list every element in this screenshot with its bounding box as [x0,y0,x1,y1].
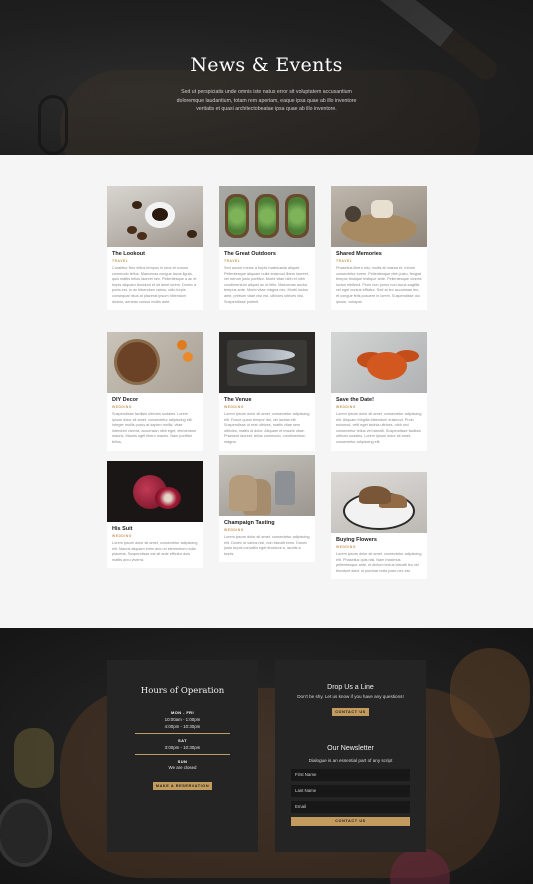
hours-title: Hours of Operation [140,686,225,696]
post-category[interactable]: WEDDING [224,405,310,409]
post-title[interactable]: His Suit [112,526,198,532]
post-image[interactable] [331,186,427,247]
newsletter-submit-button[interactable]: CONTACT US [291,817,410,826]
oil-bottle-bg [14,728,54,788]
divider [135,733,230,734]
hero-description: Sed ut perspiciatis unde omnis iste natu… [176,89,357,112]
newsletter-title: Our Newsletter [327,745,374,752]
post-title[interactable]: The Lookout [112,251,198,257]
post-title[interactable]: Save the Date! [336,397,422,403]
contact-us-button[interactable]: CONTACT US [332,708,369,716]
hero-overlay [0,0,533,155]
hero-section: News & Events Sed ut perspiciatis unde o… [0,0,533,155]
post-image[interactable] [107,332,203,393]
footer-section [0,628,533,884]
posts-grid: The Lookout TRAVEL Curabitur Nec tellus … [0,155,533,628]
post-image[interactable] [219,455,315,516]
post-image[interactable] [219,332,315,393]
first-name-field[interactable]: First Name [291,769,410,781]
post-excerpt: Lorem ipsum dolor sit amet, consectetur … [336,552,422,573]
newsletter-text: Dialogue is an essential part of any scr… [308,758,393,763]
post-card[interactable]: The Lookout TRAVEL Curabitur Nec tellus … [107,186,203,311]
contact-panel: Drop Us a Line Don't be shy. Let us know… [275,660,426,852]
post-excerpt: Lorem ipsum dolor sit amet, consectetur … [336,412,422,444]
post-image[interactable] [107,186,203,247]
contact-title: Drop Us a Line [327,684,374,691]
post-title[interactable]: Buying Flowers [336,537,422,543]
post-title[interactable]: Champaign Tasting [224,520,310,526]
hours-day-label: SUN [177,759,188,764]
post-image[interactable] [107,461,203,522]
post-category[interactable]: WEDDING [336,405,422,409]
post-card[interactable]: Buying Flowers WEDDING Lorem ipsum dolor… [331,472,427,580]
post-category[interactable]: WEDDING [224,528,310,532]
hours-time: 10:00am - 1:00pm [164,717,201,722]
post-image[interactable] [331,332,427,393]
page-title: News & Events [190,54,343,76]
post-category[interactable]: TRAVEL [224,259,310,263]
post-card[interactable]: The Great Outdoors TRAVEL Sed auctor met… [219,186,315,311]
post-card[interactable]: Champaign Tasting WEDDING Lorem ipsum do… [219,455,315,563]
post-card[interactable]: Shared Memories TRAVEL Phasellus libero … [331,186,427,311]
post-category[interactable]: WEDDING [112,405,198,409]
post-card[interactable]: Save the Date! WEDDING Lorem ipsum dolor… [331,332,427,451]
last-name-field[interactable]: Last Name [291,785,410,797]
hours-time: 3:00pm - 10:30pm [164,745,201,750]
hours-day-label: MON - FRI [171,710,194,715]
post-category[interactable]: WEDDING [112,534,198,538]
hours-panel: Hours of Operation MON - FRI 10:00am - 1… [107,660,258,852]
post-excerpt: Lorem ipsum dolor sit amet, consectetur … [224,535,310,556]
post-excerpt: Phasellus libero nisi, mollis at massa e… [336,266,422,304]
post-image[interactable] [219,186,315,247]
post-excerpt: Curabitur Nec tellus tempus in urna et c… [112,266,197,304]
contact-text: Don't be shy. Let us know if you have an… [297,694,404,699]
post-excerpt: Lorem ipsum dolor sit amet, consectetur … [224,412,310,444]
post-excerpt: Suspendisse facilisis ultricies sodales.… [112,412,197,444]
make-reservation-button[interactable]: MAKE A RESERVATION [153,782,212,790]
post-title[interactable]: Shared Memories [336,251,422,257]
pot-bg [0,803,48,863]
bread-bg [450,648,530,738]
hours-day-label: SAT [178,738,187,743]
post-card[interactable]: DIY Decor WEDDING Suspendisse facilisis … [107,332,203,451]
post-excerpt: Sed auctor metus a turpis malesuada aliq… [224,266,309,304]
hours-time: We are closed [168,765,197,770]
post-card[interactable]: The Venue WEDDING Lorem ipsum dolor sit … [219,332,315,451]
post-title[interactable]: The Venue [224,397,310,403]
post-title[interactable]: DIY Decor [112,397,198,403]
divider [135,754,230,755]
hours-time: 4:00pm - 10:30pm [164,724,201,729]
post-category[interactable]: TRAVEL [112,259,198,263]
post-category[interactable]: WEDDING [336,545,422,549]
post-image[interactable] [331,472,427,533]
post-card[interactable]: His Suit WEDDING Lorem ipsum dolor sit a… [107,461,203,569]
post-title[interactable]: The Great Outdoors [224,251,310,257]
post-category[interactable]: TRAVEL [336,259,422,263]
email-field[interactable]: Email [291,801,410,813]
post-excerpt: Lorem ipsum dolor sit amet, consectetur … [112,541,198,562]
